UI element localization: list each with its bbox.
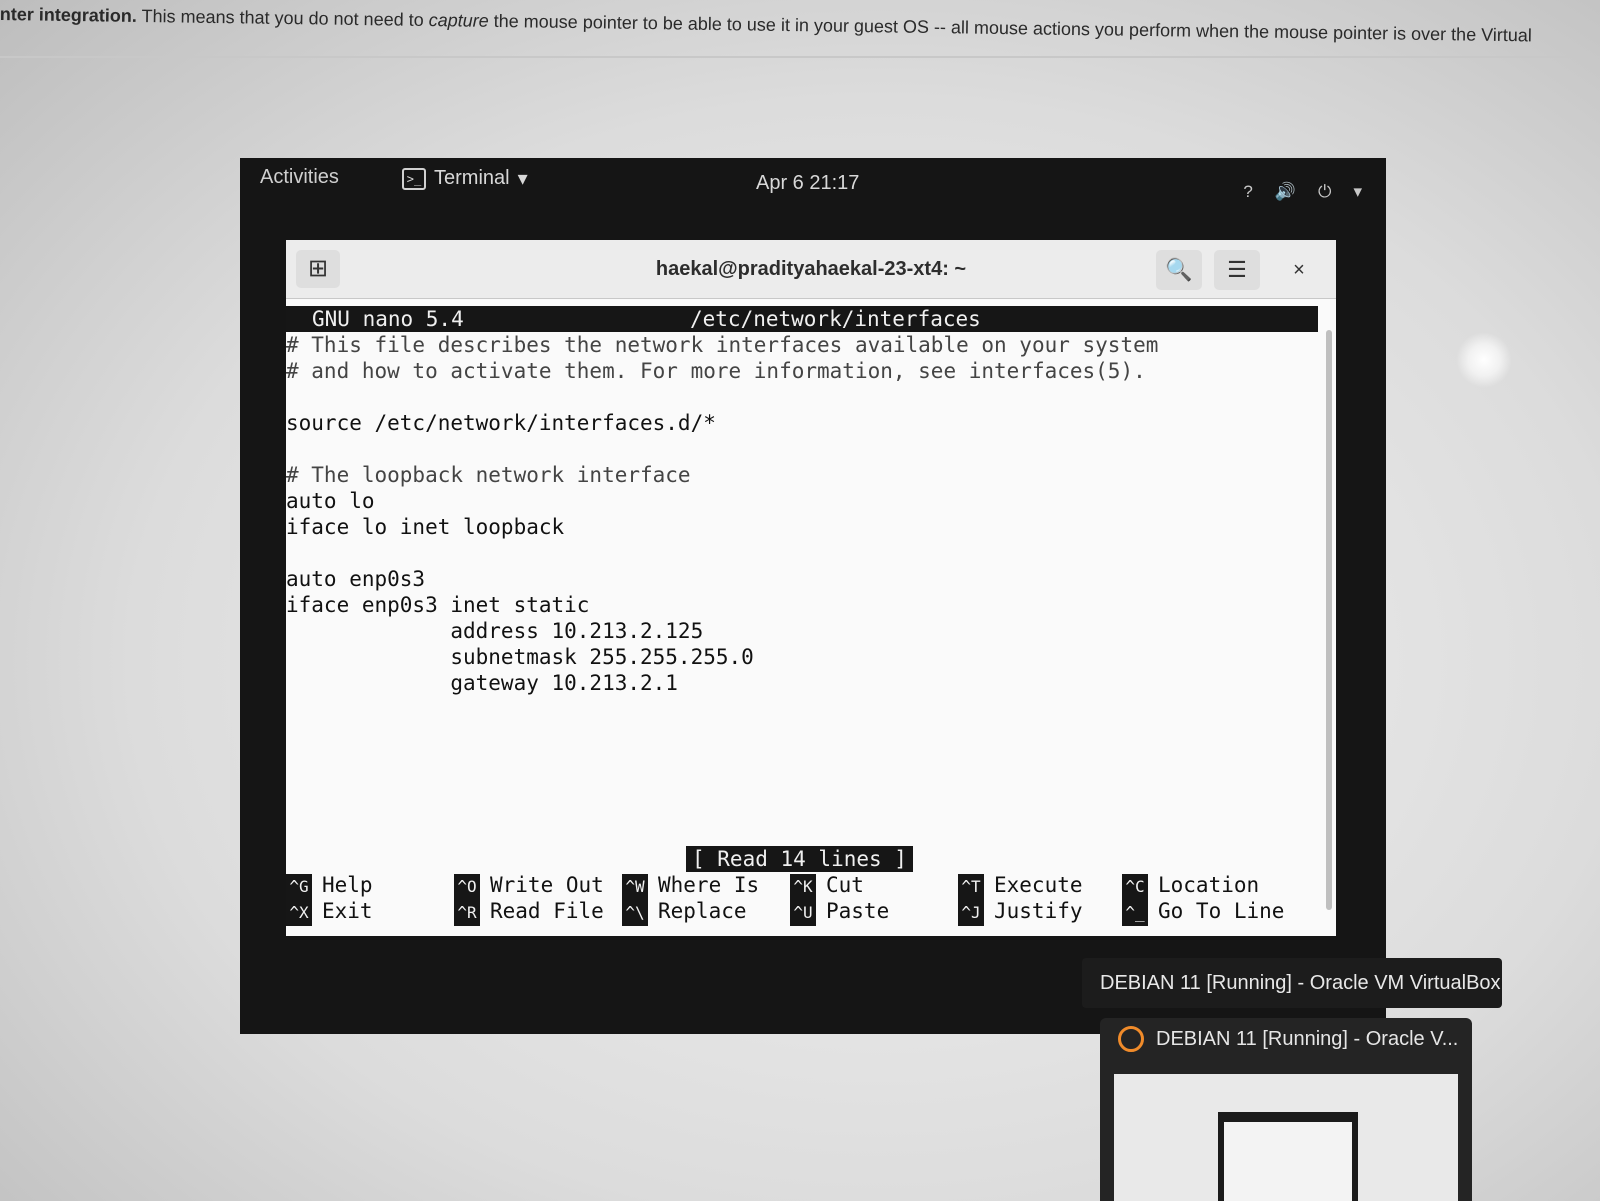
thumbnail-header: DEBIAN 11 [Running] - Oracle V... — [1118, 1026, 1458, 1052]
shortcut-read-file[interactable]: ^R Read File — [454, 898, 604, 926]
buffer-line[interactable] — [286, 384, 1318, 410]
shortcut-label: Exit — [322, 899, 373, 923]
shortcut-location[interactable]: ^C Location — [1122, 872, 1260, 900]
nano-filename: /etc/network/interfaces — [690, 307, 981, 331]
close-button[interactable]: × — [1276, 250, 1322, 290]
buffer-line[interactable]: auto enp0s3 — [286, 566, 1318, 592]
shortcut-label: Where Is — [658, 873, 760, 897]
buffer-line[interactable]: iface lo inet loopback — [286, 514, 1318, 540]
system-tray[interactable]: ? 🔊 ⏻ ▾ — [1243, 182, 1362, 202]
buffer-line[interactable]: # The loopback network interface — [286, 462, 1318, 488]
shortcut-label: Cut — [826, 873, 864, 897]
host-doc-span-a: This means that you do not need to — [136, 5, 429, 30]
shortcut-execute[interactable]: ^T Execute — [958, 872, 1083, 900]
app-menu-terminal[interactable]: >_ Terminal ▾ — [402, 166, 528, 191]
virtualbox-window-tooltip: DEBIAN 11 [Running] - Oracle VM VirtualB… — [1082, 958, 1502, 1008]
shortcut-help[interactable]: ^G Help — [286, 872, 373, 900]
buffer-line[interactable]: source /etc/network/interfaces.d/* — [286, 410, 1318, 436]
shortcut-key: ^U — [790, 900, 816, 926]
buffer-line[interactable] — [286, 436, 1318, 462]
shortcut-go-to-line[interactable]: ^_ Go To Line — [1122, 898, 1285, 926]
shortcut-key: ^R — [454, 900, 480, 926]
buffer-line[interactable]: subnetmask 255.255.255.0 — [286, 644, 1318, 670]
terminal-window[interactable]: ⊞ haekal@pradityahaekal-23-xt4: ~ 🔍 ☰ × … — [286, 240, 1336, 936]
app-menu-label: Terminal — [434, 167, 510, 189]
shortcut-key: ^_ — [1122, 900, 1148, 926]
nano-status-bar: [ Read 14 lines ] — [686, 846, 913, 872]
vm-display[interactable]: Activities >_ Terminal ▾ Apr 6 21:17 ? 🔊… — [240, 158, 1386, 1034]
host-divider — [0, 56, 1600, 58]
buffer-line[interactable]: gateway 10.213.2.1 — [286, 670, 1318, 696]
power-icon[interactable]: ⏻ — [1318, 182, 1331, 202]
shortcut-cut[interactable]: ^K Cut — [790, 872, 864, 900]
virtualbox-icon — [1118, 1026, 1144, 1052]
host-doc-italic: capture — [428, 9, 489, 31]
shortcut-key: ^O — [454, 874, 480, 900]
shortcut-label: Justify — [994, 899, 1083, 923]
activities-button[interactable]: Activities — [260, 166, 339, 189]
buffer-line[interactable]: iface enp0s3 inet static — [286, 592, 1318, 618]
system-menu-arrow-icon[interactable]: ▾ — [1353, 182, 1362, 202]
buffer-line[interactable]: # and how to activate them. For more inf… — [286, 358, 1318, 384]
buffer-line[interactable]: address 10.213.2.125 — [286, 618, 1318, 644]
shortcut-label: Paste — [826, 899, 890, 923]
terminal-titlebar[interactable]: ⊞ haekal@pradityahaekal-23-xt4: ~ 🔍 ☰ × — [286, 240, 1336, 299]
shortcut-key: ^K — [790, 874, 816, 900]
shortcut-replace[interactable]: ^\ Replace — [622, 898, 747, 926]
nano-version: GNU nano 5.4 — [312, 307, 464, 331]
taskbar-thumbnail[interactable]: DEBIAN 11 [Running] - Oracle V... — [1100, 1018, 1472, 1201]
hamburger-menu-button[interactable]: ☰ — [1214, 250, 1260, 290]
shortcut-key: ^C — [1122, 874, 1148, 900]
shortcut-key: ^W — [622, 874, 648, 900]
shortcut-label: Write Out — [490, 873, 604, 897]
host-doc-bold: nter integration. — [0, 4, 138, 26]
search-button[interactable]: 🔍 — [1156, 250, 1202, 290]
buffer-line[interactable]: # This file describes the network interf… — [286, 332, 1318, 358]
shortcut-label: Read File — [490, 899, 604, 923]
host-doc-span-b: the mouse pointer to be able to use it i… — [488, 10, 1532, 46]
shortcut-write-out[interactable]: ^O Write Out — [454, 872, 604, 900]
gnome-top-bar: Activities >_ Terminal ▾ Apr 6 21:17 ? 🔊… — [240, 158, 1386, 204]
thumbnail-mini-window — [1218, 1112, 1358, 1201]
shortcut-label: Help — [322, 873, 373, 897]
shortcut-label: Replace — [658, 899, 747, 923]
thumbnail-mini-screen — [1224, 1122, 1352, 1201]
buffer-line[interactable]: auto lo — [286, 488, 1318, 514]
shortcut-where-is[interactable]: ^W Where Is — [622, 872, 760, 900]
shortcut-key: ^J — [958, 900, 984, 926]
shortcut-key: ^T — [958, 874, 984, 900]
terminal-app-icon: >_ — [402, 167, 426, 190]
nano-editor[interactable]: GNU nano 5.4 /etc/network/interfaces # T… — [286, 306, 1318, 931]
volume-icon[interactable]: 🔊 — [1275, 182, 1296, 202]
terminal-scrollbar[interactable] — [1326, 330, 1332, 910]
help-icon[interactable]: ? — [1243, 182, 1252, 202]
shortcut-label: Go To Line — [1158, 899, 1285, 923]
shortcut-paste[interactable]: ^U Paste — [790, 898, 890, 926]
screen-glare — [1456, 332, 1512, 388]
dropdown-arrow-icon: ▾ — [517, 168, 528, 190]
shortcut-exit[interactable]: ^X Exit — [286, 898, 373, 926]
clock[interactable]: Apr 6 21:17 — [756, 172, 859, 195]
nano-buffer[interactable]: # This file describes the network interf… — [286, 332, 1318, 696]
shortcut-key: ^\ — [622, 900, 648, 926]
thumbnail-title: DEBIAN 11 [Running] - Oracle V... — [1156, 1027, 1459, 1050]
shortcut-label: Location — [1158, 873, 1260, 897]
thumbnail-preview[interactable] — [1114, 1074, 1458, 1201]
shortcut-key: ^G — [286, 874, 312, 900]
shortcut-label: Execute — [994, 873, 1083, 897]
nano-header: GNU nano 5.4 /etc/network/interfaces — [286, 306, 1318, 332]
shortcut-key: ^X — [286, 900, 312, 926]
shortcut-justify[interactable]: ^J Justify — [958, 898, 1083, 926]
buffer-line[interactable] — [286, 540, 1318, 566]
